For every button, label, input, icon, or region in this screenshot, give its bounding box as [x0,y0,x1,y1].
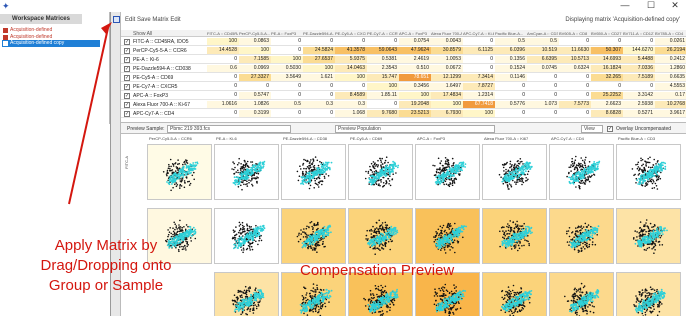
annotation-line: Drag/Dropping onto [40,257,172,274]
apply-matrix-annotation: Apply Matrix by Drag/Dropping onto Group… [8,236,204,296]
compensation-preview-annotation: Compensation Preview [300,262,455,279]
annotation-line: Apply Matrix by [54,237,158,254]
annotation-line: Group or Sample [48,277,164,294]
